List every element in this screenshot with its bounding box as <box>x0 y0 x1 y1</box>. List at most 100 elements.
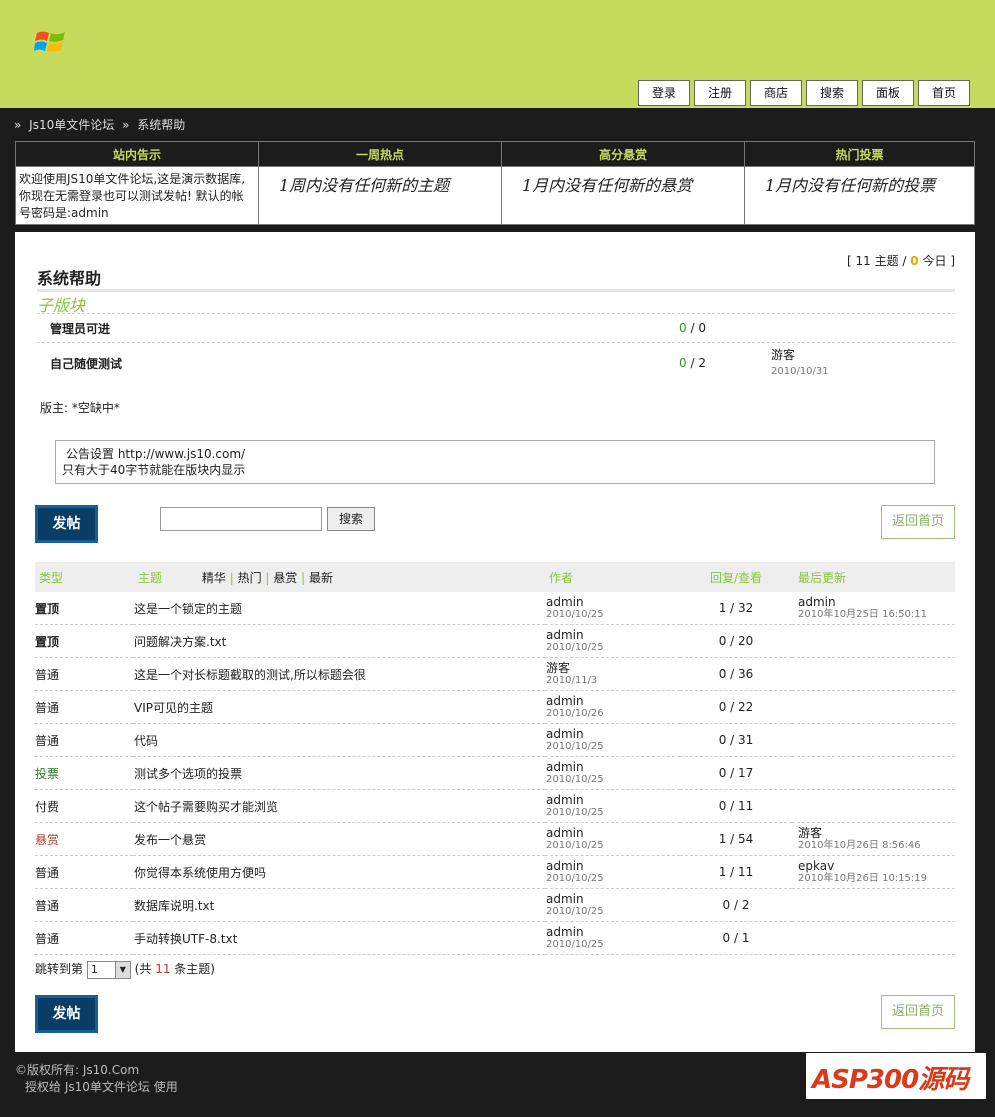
chevron-down-icon[interactable]: ▼ <box>114 961 130 978</box>
poll-header: 热门投票 <box>744 141 975 167</box>
topic-author[interactable]: admin <box>546 794 679 807</box>
topic-author-cell: admin 2010/10/25 <box>545 592 680 625</box>
post-button-bottom[interactable]: 发帖 <box>35 995 98 1033</box>
topic-title[interactable]: 发布一个悬赏 <box>133 822 545 856</box>
topic-author-cell: admin 2010/10/25 <box>545 855 680 889</box>
stats-bracket: [ <box>846 254 852 268</box>
topic-author[interactable]: admin <box>546 761 679 774</box>
topic-count: 11 <box>855 254 871 268</box>
nav-home[interactable]: 首页 <box>918 80 970 106</box>
topic-type: 普通 <box>35 657 133 691</box>
filter-new[interactable]: 最新 <box>309 571 333 585</box>
topic-title[interactable]: 测试多个选项的投票 <box>133 756 545 790</box>
topic-type: 置顶 <box>35 592 133 625</box>
topic-date: 2010/10/25 <box>546 840 604 851</box>
last-user[interactable]: admin <box>798 596 954 609</box>
windows-logo-icon[interactable] <box>34 27 68 57</box>
topic-author[interactable]: admin <box>546 728 679 741</box>
topic-author[interactable]: 游客 <box>546 662 679 675</box>
page-select[interactable]: 1 ▼ <box>86 960 131 979</box>
footer: ©版权所有: Js10.Com 授权给 Js10单文件论坛 使用 <box>15 1062 178 1096</box>
topic-stats: 0 / 20 <box>680 624 792 658</box>
col-type: 类型 <box>35 562 133 592</box>
topic-title[interactable]: 你觉得本系统使用方便吗 <box>133 855 545 889</box>
notice-table: 站内告示 一周热点 高分悬赏 热门投票 欢迎使用JS10单文件论坛,这是演示数据… <box>15 141 975 225</box>
breadcrumb-board[interactable]: 系统帮助 <box>137 118 185 132</box>
divider <box>37 342 955 343</box>
table-row[interactable]: 置顶 问题解决方案.txt admin 2010/10/25 0 / 20 <box>35 624 955 658</box>
topic-type: 悬赏 <box>35 822 133 856</box>
topic-author[interactable]: admin <box>546 629 679 642</box>
topic-title[interactable]: 手动转换UTF-8.txt <box>133 921 545 955</box>
table-row[interactable]: 投票 测试多个选项的投票 admin 2010/10/25 0 / 17 <box>35 756 955 790</box>
topic-title[interactable]: 代码 <box>133 723 545 757</box>
topic-stats: 0 / 36 <box>680 657 792 691</box>
table-row[interactable]: 普通 数据库说明.txt admin 2010/10/25 0 / 2 <box>35 888 955 922</box>
search-button[interactable]: 搜索 <box>327 507 375 531</box>
subforum-last-user[interactable]: 游客 <box>771 346 795 363</box>
divider <box>37 313 955 314</box>
topic-title[interactable]: 问题解决方案.txt <box>133 624 545 658</box>
topic-author-cell: admin 2010/10/26 <box>545 690 680 724</box>
last-update-cell: epkav 2010年10月26日 10:15:19 <box>792 855 955 889</box>
nav-panel[interactable]: 面板 <box>862 80 914 106</box>
pager: 跳转到第 1 ▼ (共 11 条主题) <box>35 959 215 979</box>
subforum-name[interactable]: 管理员可进 <box>50 320 110 337</box>
topic-title[interactable]: 这是一个锁定的主题 <box>133 592 545 625</box>
nav-shop[interactable]: 商店 <box>750 80 802 106</box>
filter-digest[interactable]: 精华 <box>202 571 226 585</box>
table-row[interactable]: 置顶 这是一个锁定的主题 admin 2010/10/25 1 / 32 admin 201… <box>35 592 955 625</box>
topic-title[interactable]: 这个帖子需要购买才能浏览 <box>133 789 545 823</box>
table-row[interactable]: 悬赏 发布一个悬赏 admin 2010/10/25 1 / 54 游客 2010年10月2… <box>35 822 955 856</box>
title-divider <box>37 289 955 292</box>
table-row[interactable]: 普通 你觉得本系统使用方便吗 admin 2010/10/25 1 / 11 epkav 2… <box>35 855 955 889</box>
topic-author[interactable]: admin <box>546 893 679 906</box>
last-update-cell: 游客 2010年10月26日 8:56:46 <box>792 822 955 856</box>
table-row[interactable]: 普通 代码 admin 2010/10/25 0 / 31 <box>35 723 955 757</box>
last-user[interactable]: 游客 <box>798 827 954 840</box>
topic-author[interactable]: admin <box>546 596 679 609</box>
nav-login[interactable]: 登录 <box>638 80 690 106</box>
last-update-cell <box>792 624 955 658</box>
topic-type: 普通 <box>35 921 133 955</box>
nav-register[interactable]: 注册 <box>694 80 746 106</box>
filter-reward[interactable]: 悬赏 <box>273 571 297 585</box>
last-update-cell <box>792 756 955 790</box>
notice-header: 站内告示 <box>15 141 259 167</box>
subforum-count: 0 / 0 <box>679 321 706 335</box>
col-last: 最后更新 <box>792 562 955 592</box>
back-home-button-bottom[interactable]: 返回首页 <box>881 995 955 1029</box>
breadcrumb-sep: » <box>122 118 130 132</box>
col-replies: 回复/查看 <box>680 562 792 592</box>
topic-author[interactable]: admin <box>546 926 679 939</box>
board-title: 系统帮助 <box>37 269 102 288</box>
table-row[interactable]: 普通 VIP可见的主题 admin 2010/10/26 0 / 22 <box>35 690 955 724</box>
topic-date: 2010/10/25 <box>546 642 604 653</box>
topic-title[interactable]: 这是一个对长标题截取的测试,所以标题会很 <box>133 657 545 691</box>
last-date: 2010年10月25日 16:50:11 <box>798 609 927 620</box>
breadcrumb-forum[interactable]: Js10单文件论坛 <box>29 118 114 132</box>
table-row[interactable]: 普通 手动转换UTF-8.txt admin 2010/10/25 0 / 1 <box>35 921 955 955</box>
topic-author[interactable]: admin <box>546 695 679 708</box>
board-panel: [ 11 主题 / 0 今日 ] 系统帮助 子版块 管理员可进 0 / 0 自己… <box>15 232 975 1052</box>
subforum-name[interactable]: 自己随便测试 <box>50 355 122 372</box>
topic-author-cell: admin 2010/10/25 <box>545 888 680 922</box>
hot-header: 一周热点 <box>258 141 502 167</box>
last-user[interactable]: epkav <box>798 860 954 873</box>
topic-author[interactable]: admin <box>546 860 679 873</box>
poll-text: 1月内没有任何新的投票 <box>744 166 975 225</box>
table-row[interactable]: 普通 这是一个对长标题截取的测试,所以标题会很 游客 2010/11/3 0 / 36 <box>35 657 955 691</box>
topic-author[interactable]: admin <box>546 827 679 840</box>
topic-date: 2010/10/25 <box>546 741 604 752</box>
post-button[interactable]: 发帖 <box>35 505 98 543</box>
last-update-cell <box>792 690 955 724</box>
back-home-button[interactable]: 返回首页 <box>881 505 955 539</box>
topic-title[interactable]: 数据库说明.txt <box>133 888 545 922</box>
topic-date: 2010/11/3 <box>546 675 598 686</box>
topic-date: 2010/10/25 <box>546 609 604 620</box>
nav-search[interactable]: 搜索 <box>806 80 858 106</box>
search-input[interactable] <box>160 507 322 531</box>
topic-title[interactable]: VIP可见的主题 <box>133 690 545 724</box>
table-row[interactable]: 付费 这个帖子需要购买才能浏览 admin 2010/10/25 0 / 11 <box>35 789 955 823</box>
filter-hot[interactable]: 热门 <box>238 571 262 585</box>
